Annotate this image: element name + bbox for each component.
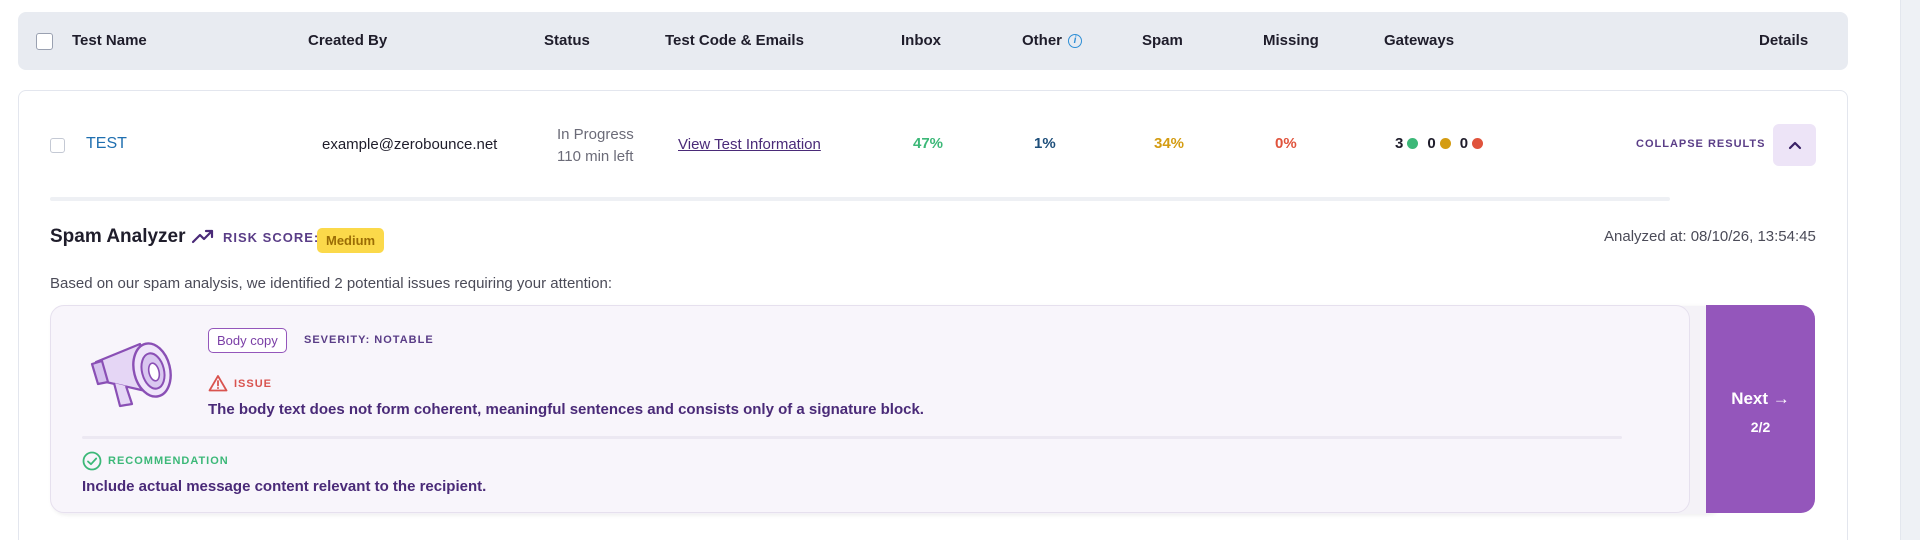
issue-page-count: 2/2 bbox=[1750, 419, 1771, 435]
row-checkbox[interactable] bbox=[50, 138, 65, 153]
gateway-count-yellow: 0 bbox=[1427, 135, 1436, 152]
issue-category-tag: Body copy bbox=[208, 328, 287, 353]
gateways-summary: 3 0 0 bbox=[1395, 135, 1488, 152]
header-test-name[interactable]: Test Name bbox=[72, 12, 147, 70]
info-icon[interactable]: i bbox=[1068, 34, 1083, 49]
recommendation-label: RECOMMENDATION bbox=[108, 455, 229, 467]
risk-score-badge: Medium bbox=[317, 228, 385, 253]
check-circle-icon bbox=[82, 451, 102, 471]
severity-label: SEVERITY: NOTABLE bbox=[304, 334, 434, 346]
header-other[interactable]: Other i bbox=[1022, 12, 1083, 70]
warning-icon bbox=[208, 375, 228, 392]
header-spam[interactable]: Spam bbox=[1142, 12, 1183, 70]
missing-percent: 0% bbox=[1275, 135, 1297, 152]
gateway-count-green: 3 bbox=[1395, 135, 1404, 152]
recommendation-text: Include actual message content relevant … bbox=[82, 478, 487, 495]
status-text: In Progress 110 min left bbox=[557, 124, 634, 168]
header-details: Details bbox=[1759, 32, 1809, 49]
issue-label: ISSUE bbox=[234, 378, 273, 390]
analyzed-at-timestamp: Analyzed at: 08/10/26, 13:54:45 bbox=[1604, 228, 1816, 245]
test-name-link[interactable]: TEST bbox=[86, 135, 127, 153]
collapse-results-label[interactable]: COLLAPSE RESULTS bbox=[1636, 138, 1765, 150]
header-created-by[interactable]: Created By bbox=[308, 12, 387, 70]
row-divider bbox=[50, 197, 1670, 201]
header-status[interactable]: Status bbox=[544, 12, 590, 70]
issue-description: The body text does not form coherent, me… bbox=[208, 401, 924, 418]
collapse-button[interactable] bbox=[1773, 124, 1816, 166]
inbox-percent: 47% bbox=[913, 135, 944, 152]
header-gateways: Gateways bbox=[1384, 32, 1455, 49]
header-other-label: Other bbox=[1022, 32, 1063, 49]
header-missing[interactable]: Missing bbox=[1263, 12, 1319, 70]
other-percent: 1% bbox=[1034, 135, 1056, 152]
view-test-information-link[interactable]: View Test Information bbox=[678, 136, 821, 153]
status-time-left: 110 min left bbox=[557, 148, 634, 165]
chevron-up-icon bbox=[1788, 141, 1801, 150]
next-label: Next → bbox=[1731, 389, 1790, 408]
red-dot-icon bbox=[1472, 138, 1484, 149]
gateway-count-red: 0 bbox=[1459, 135, 1469, 152]
next-issue-button[interactable]: Next → 2/2 bbox=[1706, 305, 1815, 513]
analysis-summary: Based on our spam analysis, we identifie… bbox=[50, 275, 612, 292]
status-state: In Progress bbox=[557, 126, 634, 143]
yellow-dot-icon bbox=[1439, 138, 1451, 149]
green-dot-icon bbox=[1407, 138, 1419, 149]
table-header: Test Name Created By Status Test Code & … bbox=[18, 12, 1848, 70]
header-inbox[interactable]: Inbox bbox=[901, 12, 941, 70]
select-all-checkbox[interactable] bbox=[36, 33, 53, 50]
spam-analyzer-title: Spam Analyzer bbox=[50, 226, 186, 247]
risk-score-label: RISK SCORE: bbox=[223, 230, 320, 245]
spam-percent: 34% bbox=[1154, 135, 1185, 152]
created-by-email: example@zerobounce.net bbox=[322, 136, 498, 153]
window-edge bbox=[1900, 0, 1920, 540]
issue-divider bbox=[82, 436, 1622, 439]
header-test-code: Test Code & Emails bbox=[665, 32, 804, 49]
trending-up-icon bbox=[191, 229, 214, 244]
megaphone-icon bbox=[90, 342, 172, 408]
